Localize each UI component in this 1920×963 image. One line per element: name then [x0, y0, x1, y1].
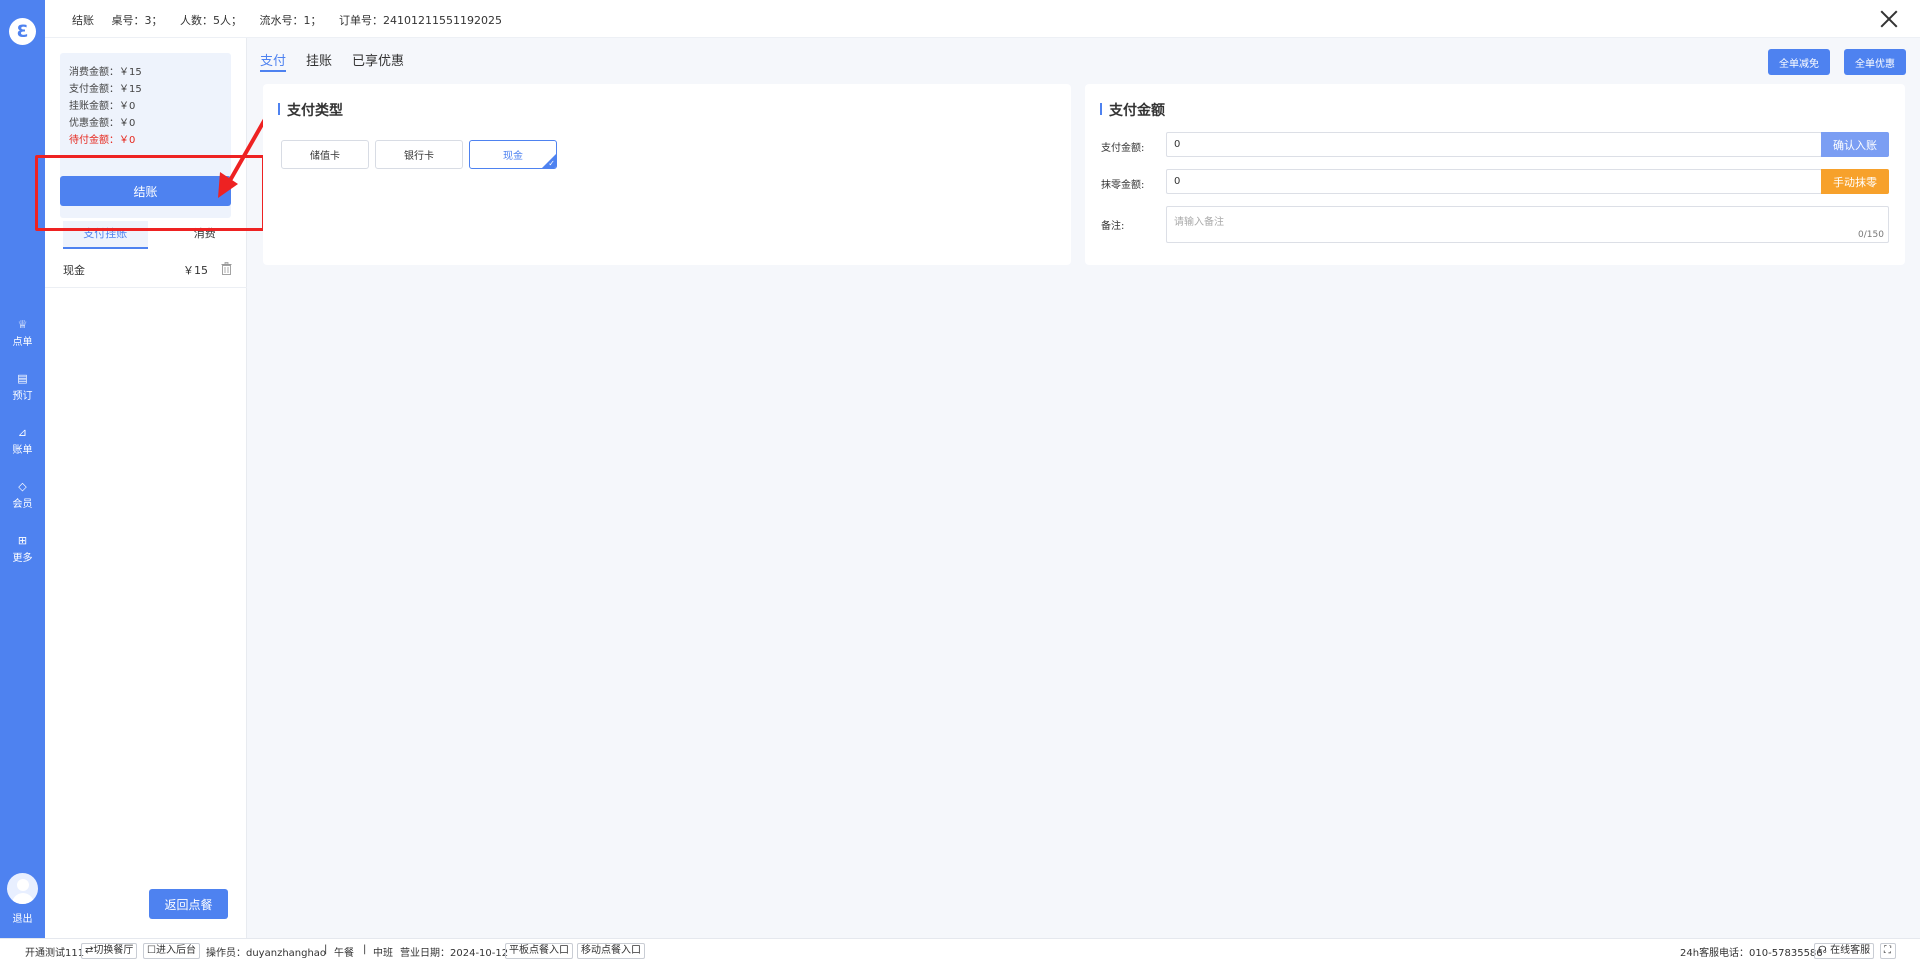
avatar-head	[16, 879, 29, 891]
mobile-order-button[interactable]: 移动点餐入口	[577, 943, 645, 959]
people-count: 人数：5人；	[180, 14, 242, 27]
manual-round-button[interactable]: 手动抹零	[1821, 169, 1889, 194]
status-bar: 开通测试111 ⇄切换餐厅 ☐进入后台 操作员：duyanzhanghao | …	[0, 938, 1920, 963]
round-label: 抹零金额:	[1101, 180, 1145, 191]
payment-method: 现金	[63, 264, 85, 277]
payment-type-card: 支付类型	[263, 84, 1071, 265]
table-number: 桌号：3；	[111, 14, 163, 27]
pay-option-label: 现金	[503, 151, 523, 162]
full-reduce-button[interactable]: 全单减免	[1768, 49, 1830, 75]
due-amount: 待付金额：￥0	[69, 135, 136, 146]
pay-option-cash[interactable]: 现金 ✓	[469, 140, 557, 169]
nav-item-label: 预订	[12, 391, 33, 402]
online-service-button[interactable]: ☊ 在线客服	[1814, 943, 1875, 959]
diamond-icon: ◇	[18, 480, 27, 493]
tab-credit[interactable]: 挂账	[306, 50, 332, 72]
note-placeholder: 请输入备注	[1174, 217, 1224, 228]
discount-amount: 优惠金额：￥0	[69, 118, 136, 129]
credit-amount: 挂账金额：￥0	[69, 101, 136, 112]
tab-discounts[interactable]: 已享优惠	[352, 50, 404, 72]
logout-button[interactable]: 退出	[0, 910, 45, 925]
payment-amount: ￥15	[183, 264, 208, 277]
page-title: 结账	[72, 14, 94, 27]
paid-amount: 支付金额：￥15	[69, 84, 142, 95]
headset-icon: ☊	[1818, 945, 1827, 956]
tablet-order-button[interactable]: 平板点餐入口	[505, 943, 573, 959]
operator: 操作员：duyanzhanghao	[206, 948, 327, 959]
hotline: 24h客服电话：010-57835586	[1680, 948, 1823, 959]
pay-option-bank-card[interactable]: 银行卡	[375, 140, 463, 169]
enter-backend-button[interactable]: ☐进入后台	[143, 943, 200, 959]
nav-item-label: 会员	[12, 499, 33, 510]
confirm-entry-button[interactable]: 确认入账	[1821, 132, 1889, 157]
nav-item-order[interactable]: ♕ 点单	[0, 318, 45, 348]
nav-item-label: 账单	[12, 445, 33, 456]
serial-number: 流水号：1；	[259, 14, 322, 27]
header: 结账 桌号：3； 人数：5人； 流水号：1； 订单号：2410121155119…	[45, 0, 1920, 38]
check-icon: ✓	[548, 159, 555, 168]
nav-item-bill[interactable]: ⊿ 账单	[0, 426, 45, 456]
separator: |	[363, 944, 367, 955]
shift: 中班	[373, 948, 393, 959]
avatar-body	[11, 893, 34, 904]
pay-amount-input[interactable]: 0	[1166, 132, 1822, 157]
payment-type-title: 支付类型	[278, 100, 343, 120]
note-label: 备注:	[1101, 221, 1125, 232]
grid-icon: ⊞	[17, 534, 28, 547]
amount-label: 支付金额:	[1101, 143, 1145, 154]
order-number: 订单号：24101211551192025	[339, 14, 502, 27]
online-service-label: 在线客服	[1830, 945, 1871, 956]
nav-item-label: 更多	[12, 553, 33, 564]
list-item: 现金 ￥15	[45, 250, 247, 288]
app-logo-icon: Ɛ	[9, 18, 36, 45]
nav-item-member[interactable]: ◇ 会员	[0, 480, 45, 510]
payment-amount-title: 支付金额	[1100, 100, 1165, 120]
note-textarea[interactable]: 请输入备注	[1166, 206, 1889, 243]
full-discount-button[interactable]: 全单优惠	[1844, 49, 1906, 75]
main-tabs: 支付 挂账 已享优惠	[260, 50, 424, 72]
separator: |	[324, 944, 328, 955]
fullscreen-icon[interactable]: ⛶	[1880, 943, 1896, 959]
note-char-count: 0/150	[1858, 230, 1884, 240]
back-to-order-button[interactable]: 返回点餐	[149, 889, 228, 919]
trash-icon[interactable]	[221, 262, 232, 275]
switch-restaurant-button[interactable]: ⇄切换餐厅	[81, 943, 138, 959]
round-amount-input[interactable]: 0	[1166, 169, 1822, 194]
close-icon[interactable]	[1878, 8, 1900, 30]
calendar-icon: ▤	[17, 372, 28, 385]
nav-item-reserve[interactable]: ▤ 预订	[0, 372, 45, 402]
order-info: 结账 桌号：3； 人数：5人； 流水号：1； 订单号：2410121155119…	[72, 12, 516, 28]
tab-pay[interactable]: 支付	[260, 50, 287, 72]
meal-period: 午餐	[334, 948, 354, 959]
nav-rail: Ɛ ♕ 点单 ▤ 预订 ⊿ 账单 ◇ 会员 ⊞ 更多 退出	[0, 0, 45, 938]
chart-icon: ⊿	[17, 426, 28, 439]
business-date: 营业日期：2024-10-12	[400, 948, 509, 959]
avatar[interactable]	[7, 873, 38, 904]
pay-option-stored-card[interactable]: 储值卡	[281, 140, 369, 169]
chef-hat-icon: ♕	[17, 318, 28, 331]
nav-item-more[interactable]: ⊞ 更多	[0, 534, 45, 564]
store-name: 开通测试111	[25, 948, 85, 959]
consume-amount: 消费金额：￥15	[69, 67, 142, 78]
nav-item-label: 点单	[12, 337, 33, 348]
